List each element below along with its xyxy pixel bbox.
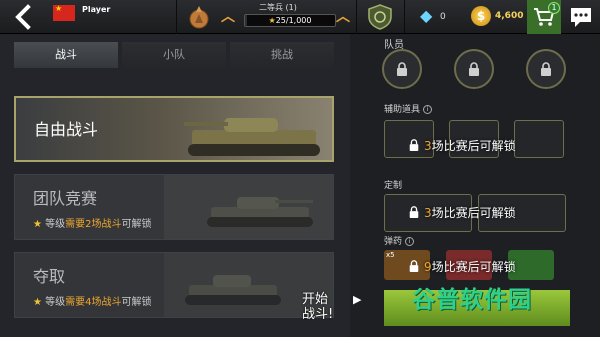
crew-slot-locked[interactable] bbox=[526, 49, 566, 89]
aux-items-label: 辅助道具 i bbox=[384, 102, 433, 115]
top-bar: ★ Player ︿ 二等兵 (1) ★25/1,000 ︿ ◆ 0 $ 4,6… bbox=[0, 0, 600, 34]
unlock-message: 3场比赛后可解锁 bbox=[424, 206, 516, 220]
mode-capture[interactable]: 夺取 ★ 等级需要4场战斗可解锁 bbox=[14, 252, 334, 318]
flag-icon: ★ bbox=[53, 5, 75, 21]
mode-free-battle[interactable]: 自由战斗 bbox=[14, 96, 334, 162]
chevron-up-icon: ︿ bbox=[221, 9, 235, 25]
mode-team-competition[interactable]: 团队竞赛 ★ 等级需要2场战斗可解锁 bbox=[14, 174, 334, 240]
watermark: 谷普软件园 bbox=[412, 287, 532, 313]
crew-slot-locked[interactable] bbox=[454, 49, 494, 89]
unlock-requirement: ★ 等级需要4场战斗可解锁 bbox=[33, 297, 152, 308]
coin-icon[interactable]: $ bbox=[471, 6, 491, 26]
lock-icon bbox=[397, 62, 407, 76]
unlock-message: 9场比赛后可解锁 bbox=[424, 260, 516, 274]
back-arrow-icon[interactable] bbox=[10, 3, 38, 31]
play-arrow-icon: ▶ bbox=[353, 293, 362, 306]
chat-icon[interactable] bbox=[568, 4, 594, 30]
divider bbox=[356, 0, 357, 34]
lock-icon bbox=[409, 139, 419, 151]
tab-squad[interactable]: 小队 bbox=[122, 42, 226, 68]
tank-image bbox=[184, 118, 320, 156]
divider bbox=[176, 0, 177, 34]
mode-tabs: 战斗 小队 挑战 bbox=[0, 42, 350, 68]
info-icon[interactable]: i bbox=[405, 237, 415, 246]
lock-icon bbox=[409, 260, 419, 272]
rank-insignia-icon[interactable] bbox=[186, 4, 212, 30]
chevron-up-icon: ︿ bbox=[336, 9, 350, 25]
shield-emblem-icon[interactable] bbox=[366, 3, 394, 31]
xp-progress-text: 25/1,000 bbox=[275, 16, 312, 25]
lock-icon bbox=[541, 62, 551, 76]
crew-slot-locked[interactable] bbox=[382, 49, 422, 89]
unlock-requirement: ★ 等级需要2场战斗可解锁 bbox=[33, 219, 152, 230]
start-battle-label: 开始 战斗! bbox=[302, 292, 334, 322]
lock-icon bbox=[469, 62, 479, 76]
tank-image bbox=[207, 197, 313, 227]
gem-count: 0 bbox=[440, 12, 446, 22]
star-icon: ★ bbox=[268, 16, 276, 25]
tab-battle[interactable]: 战斗 bbox=[14, 42, 118, 68]
star-icon: ★ bbox=[33, 297, 42, 308]
rank-name: 二等兵 (1) bbox=[259, 3, 297, 12]
tab-challenge[interactable]: 挑战 bbox=[230, 42, 334, 68]
mode-title: 自由战斗 bbox=[34, 120, 99, 139]
info-icon[interactable]: i bbox=[423, 105, 433, 114]
tank-image bbox=[185, 275, 281, 305]
mode-title: 夺取 bbox=[33, 267, 66, 286]
divider bbox=[404, 0, 405, 34]
mode-title: 团队竞赛 bbox=[33, 189, 98, 208]
unlock-message: 3场比赛后可解锁 bbox=[424, 139, 516, 153]
mode-panel: 战斗 小队 挑战 自由战斗 团队竞赛 ★ 等级需要2场战斗可解锁 夺取 ★ 等级… bbox=[0, 34, 350, 337]
aux-slot[interactable] bbox=[514, 120, 564, 158]
xp-progress-bar: ★25/1,000 bbox=[244, 14, 336, 27]
notification-badge: 1 bbox=[548, 2, 560, 14]
coin-count: 4,600 bbox=[495, 11, 524, 21]
lock-icon bbox=[409, 206, 419, 218]
ammo-label: 弹药 i bbox=[384, 234, 415, 247]
star-icon: ★ bbox=[33, 219, 42, 230]
customize-label: 定制 bbox=[384, 181, 403, 191]
diamond-icon[interactable]: ◆ bbox=[420, 7, 432, 25]
player-name[interactable]: Player bbox=[82, 5, 110, 14]
